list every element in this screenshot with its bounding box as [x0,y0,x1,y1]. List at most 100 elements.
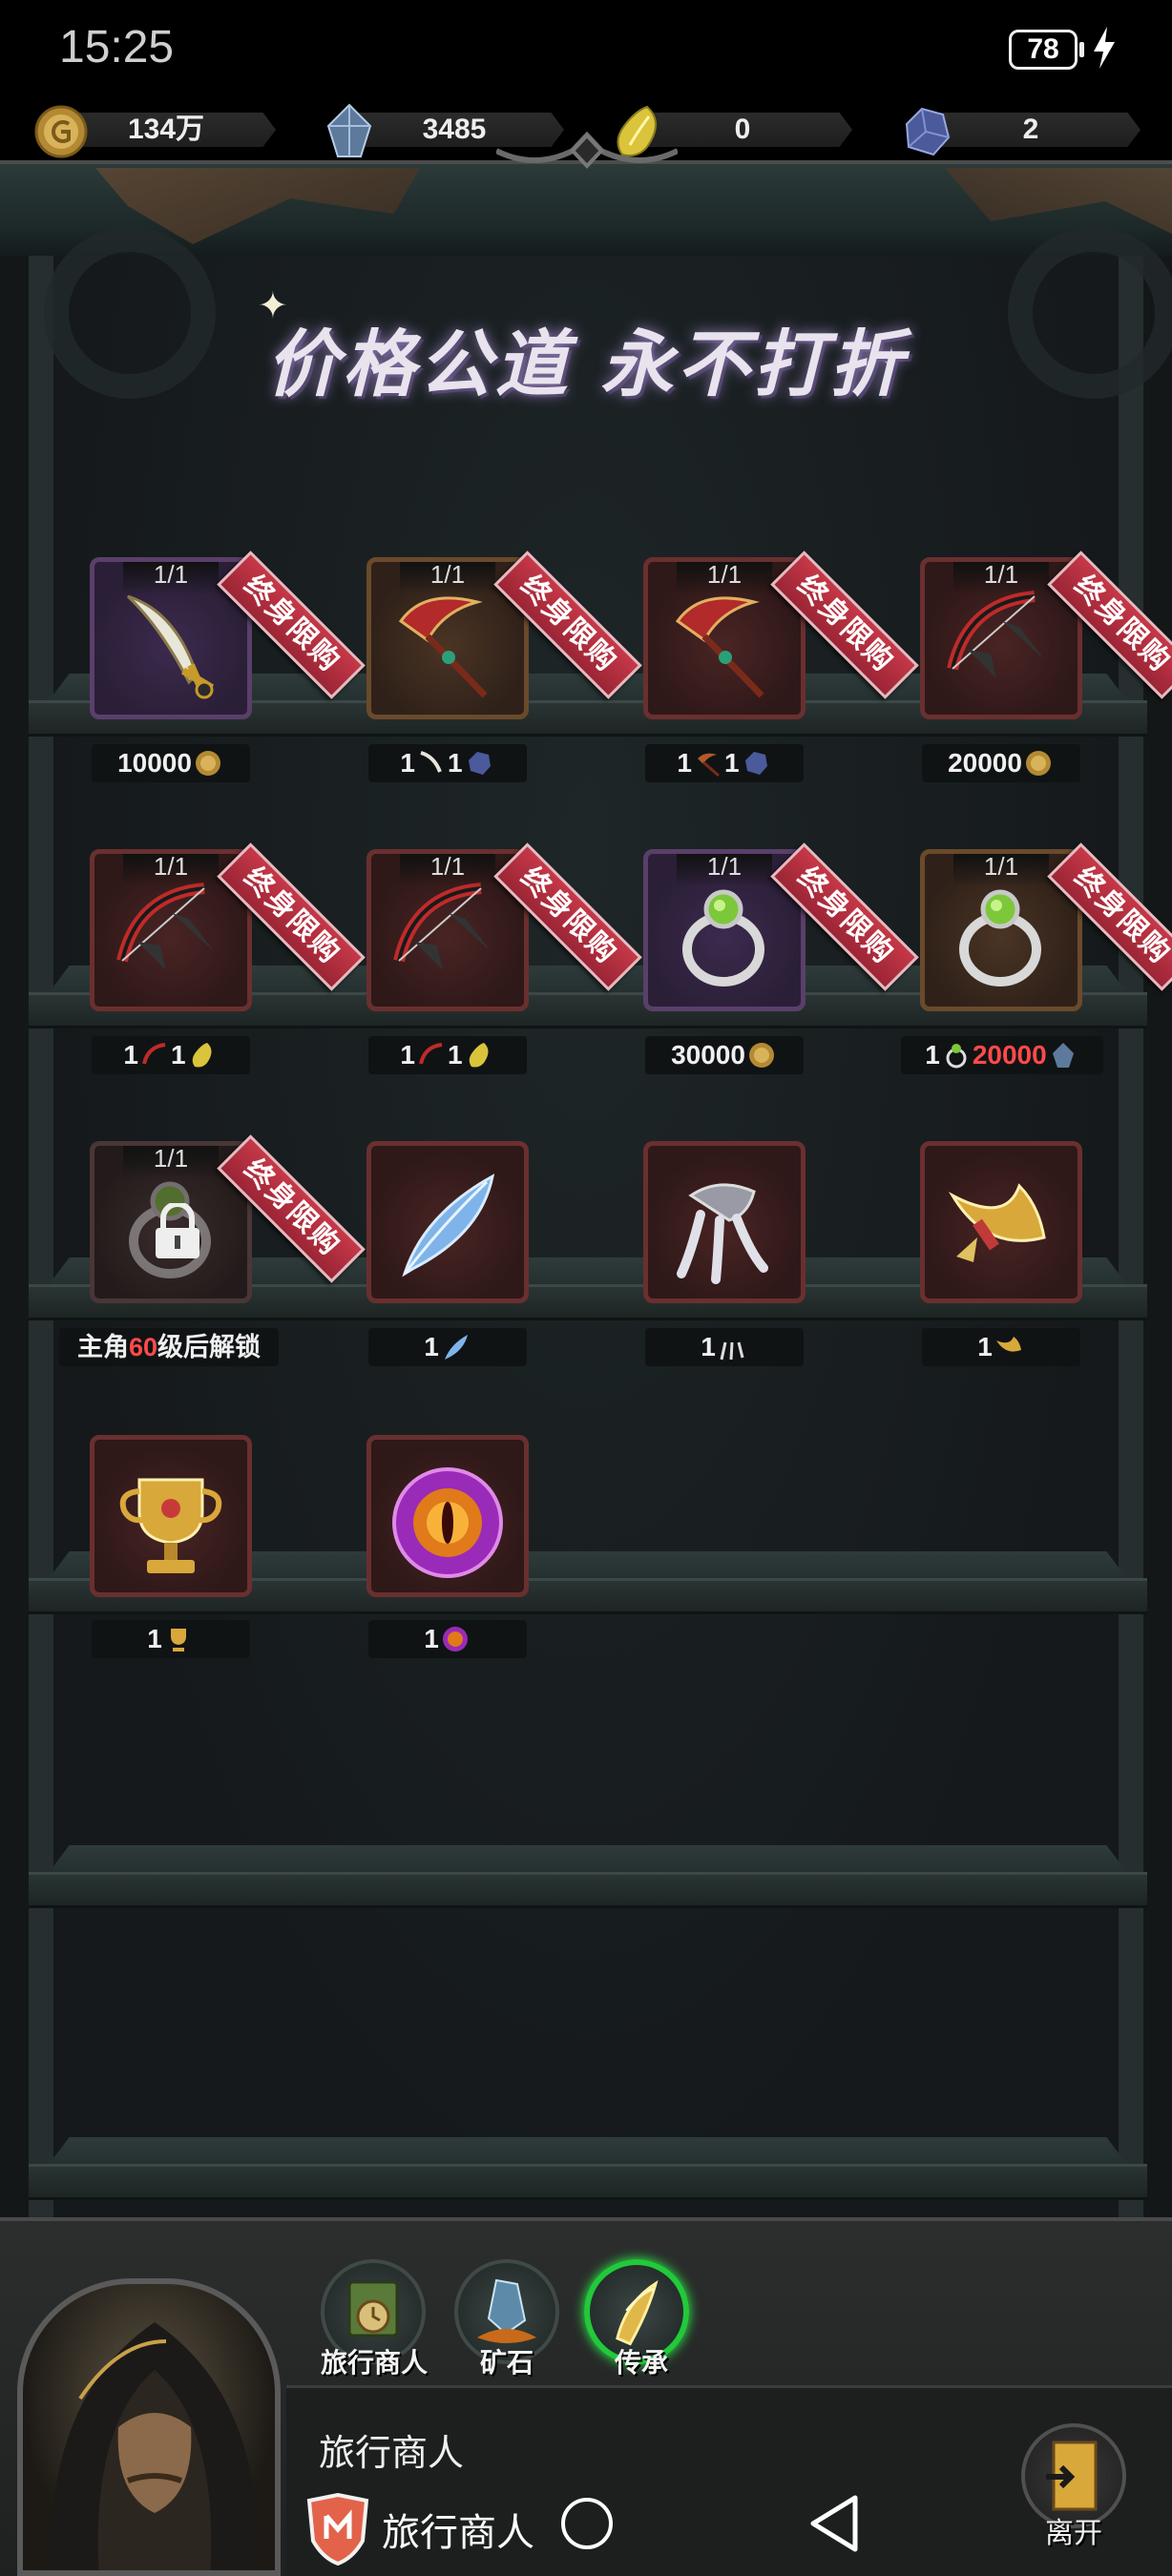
red-scythe-icon [398,596,488,698]
item-price: 1 [92,1620,250,1658]
gold-coin-icon [34,105,88,158]
price-value: 1 [424,1624,439,1653]
price-value-a: 1 [925,1040,940,1070]
charging-icon [1094,27,1115,69]
price-value-b: 1 [448,748,463,778]
shop-item-silver-claw[interactable] [643,1141,806,1303]
price-value-a: 1 [123,1040,138,1070]
green-ring-icon [959,889,1041,987]
blue-ore-icon [468,751,491,775]
black-red-bow-icon [116,883,214,970]
nav-app-label: 旅行商人 [382,2511,534,2555]
unlock-level: 60 [128,1333,158,1361]
banner-title-a: 价格公道 [265,322,572,406]
item-price: 1 [922,1328,1080,1366]
green-ring-icon [682,889,764,987]
shelf [29,2137,1147,2200]
banner-title-b: 永不打折 [600,322,907,406]
price-value-b: 20000 [972,1040,1047,1070]
green-ring-icon [946,1043,967,1069]
golden-trophy-icon [170,1628,186,1652]
price-value: 1 [147,1624,162,1653]
silver-claw-icon [677,1183,768,1284]
shop-item-blue-feather[interactable] [366,1141,529,1303]
status-bar: 15:25 78 [0,0,1172,95]
item-price: 11 [645,744,804,782]
blue-ore-icon [744,751,767,775]
unlock-prefix: 主角 [76,1333,129,1361]
currency-gold-value: 134万 [127,114,205,145]
ornament-icon [496,131,678,169]
crystal-icon [326,103,372,157]
item-price: 1 20000 [901,1036,1103,1074]
black-red-bow-icon [393,883,491,970]
price-value: 10000 [117,748,192,778]
blue-feather-icon [402,1174,495,1278]
curved-sword-icon [126,594,215,699]
item-price: 20000 [922,744,1080,782]
price-value-b: 1 [724,748,740,778]
golden-horn-icon [995,1336,1021,1352]
tab-label-ore: 矿石 [479,2347,534,2379]
golden-trophy-icon [119,1478,222,1573]
currency-gold[interactable]: 134万 [32,105,276,158]
fire-eye-orb-icon [442,1626,468,1652]
silver-claw-icon [720,1341,744,1360]
black-red-bow-icon [419,1042,443,1065]
hooded-merchant-avatar [51,2322,259,2570]
price-value-a: 1 [400,748,415,778]
app-shield-icon[interactable] [305,2493,370,2566]
crystal-icon [1052,1042,1074,1068]
gold-coin-icon [1025,750,1051,776]
price-value-a: 1 [677,748,692,778]
status-time: 15:25 [59,22,175,73]
back-triangle-icon[interactable] [809,2494,859,2553]
price-value-a: 1 [400,1040,415,1070]
battery-icon: 78 [1009,30,1078,70]
home-button[interactable] [561,2498,613,2549]
fire-eye-orb-icon [392,1467,503,1578]
red-scythe-icon [698,753,720,777]
unlock-requirement: 主角60级后解锁 [59,1328,279,1366]
price-value: 1 [424,1332,439,1361]
yellow-gem-icon [469,1042,489,1068]
price-value: 1 [977,1332,993,1361]
gold-coin-icon [748,1042,774,1068]
price-value: 1 [701,1332,716,1361]
tab-label-inheritance: 传承 [614,2347,668,2379]
item-price: 1 [368,1620,527,1658]
gold-coin-icon [195,750,220,776]
currency-blue-ore[interactable]: 2 [897,107,1141,156]
price-value: 30000 [671,1040,745,1070]
shelf [29,1845,1147,1908]
black-red-bow-icon [947,591,1044,678]
blue-ore-icon [905,107,951,156]
shop-banner-title: 价格公道 永不打折 [0,305,1172,410]
red-scythe-icon [675,596,764,698]
leave-label: 离开 [1045,2517,1102,2550]
unlock-suffix: 级后解锁 [157,1333,262,1361]
merchant-name: 旅行商人 [319,2432,465,2474]
lock-icon [156,1203,199,1258]
shop-item-golden-trophy[interactable] [90,1435,252,1597]
price-value-b: 1 [171,1040,186,1070]
item-price: 11 [368,744,527,782]
currency-yellow-gem-value: 0 [734,114,751,145]
black-red-bow-icon [142,1042,166,1065]
merchant-portrait [17,2278,281,2576]
price-value: 20000 [948,748,1022,778]
item-price: 10000 [92,744,250,782]
shop-item-golden-horn[interactable] [920,1141,1082,1303]
item-price: 11 [92,1036,250,1074]
item-price: 1 [368,1328,527,1366]
shop-item-fire-eye-orb[interactable] [366,1435,529,1597]
price-value-b: 1 [448,1040,463,1070]
tab-label-traveling-merchant: 旅行商人 [320,2347,428,2379]
item-price: 1 [645,1328,804,1366]
item-price: 30000 [645,1036,804,1074]
yellow-gem-icon [192,1042,212,1068]
item-price: 11 [368,1036,527,1074]
blue-feather-icon [444,1334,468,1360]
curved-sword-icon [420,750,442,773]
battery-tip [1079,42,1084,57]
